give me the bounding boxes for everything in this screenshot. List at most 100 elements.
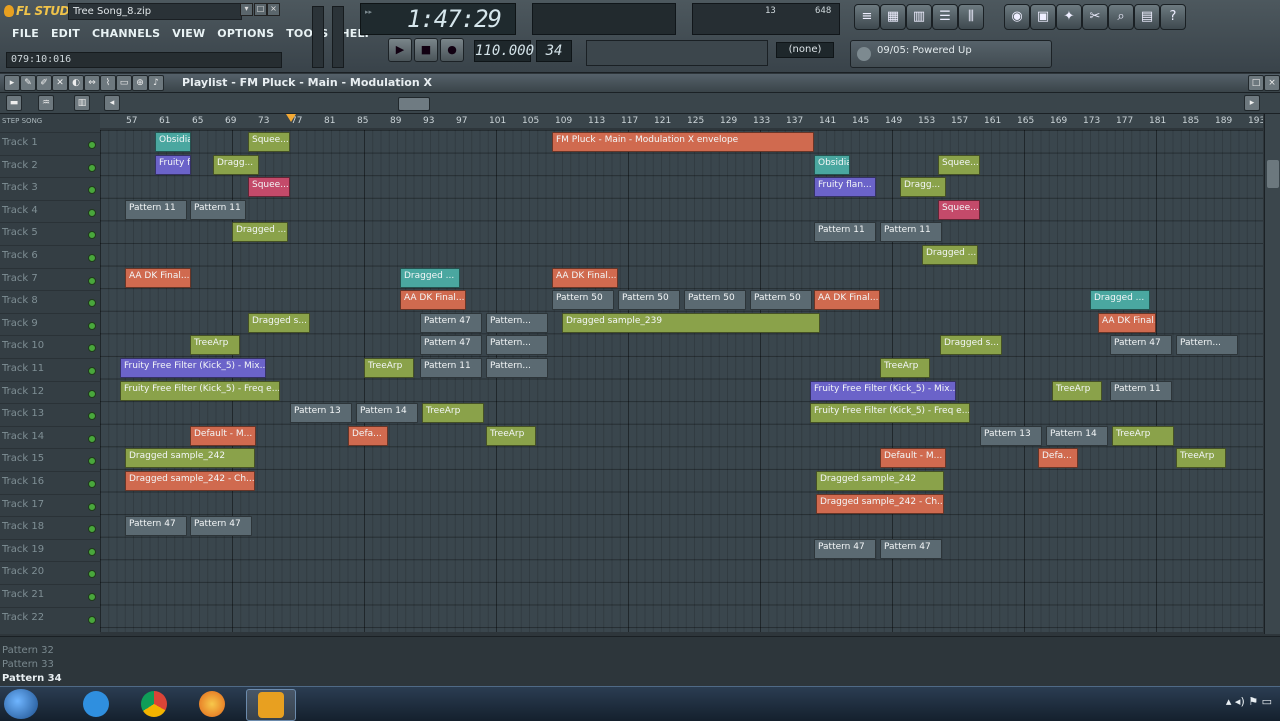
playlist-clip[interactable]: TreeArp xyxy=(1052,380,1102,401)
playlist-clip[interactable]: AA DK Final... xyxy=(400,290,466,311)
playlist-clip[interactable]: Default - M... xyxy=(190,425,256,446)
playlist-clip[interactable]: Fruity flan... xyxy=(155,154,191,175)
playlist-clip[interactable]: Pattern 11 xyxy=(420,358,482,378)
track-mute-led-icon[interactable] xyxy=(88,231,96,240)
playlist-clip[interactable]: TreeArp xyxy=(880,358,930,378)
step-song-toggle[interactable]: STEP SONG xyxy=(2,117,42,125)
track-mute-led-icon[interactable] xyxy=(88,457,96,466)
search-icon[interactable]: ⌕ xyxy=(1108,4,1134,30)
playlist-clip[interactable]: Obsidia Lo... xyxy=(155,132,191,152)
render-icon[interactable]: ▣ xyxy=(1030,4,1056,30)
track-row[interactable]: Track 12 xyxy=(0,380,100,404)
playlist-clip[interactable]: Fruity flan... xyxy=(814,177,876,198)
playlist-clip[interactable]: AA DK Final... xyxy=(814,290,880,311)
plugin-icon[interactable]: ✦ xyxy=(1056,4,1082,30)
vertical-scrollbar[interactable] xyxy=(1264,114,1280,634)
track-mute-led-icon[interactable] xyxy=(88,480,96,488)
master-pitch-slider[interactable] xyxy=(332,6,344,68)
timeline-ruler[interactable]: 57 61 65 69 73 77 81 85 89 93 97 101 105 109 113 117 121… xyxy=(100,114,1263,128)
track-row[interactable]: Track 16 xyxy=(0,471,100,494)
playlist-clip[interactable]: TreeArp xyxy=(1112,425,1174,446)
playlist-clip[interactable]: Pattern 14 xyxy=(356,403,418,424)
menu-view[interactable]: VIEW xyxy=(166,27,211,40)
playlist-clip[interactable]: Pattern 47 xyxy=(880,538,942,559)
track-mute-led-icon[interactable] xyxy=(88,186,96,195)
playlist-clip[interactable]: Pattern... xyxy=(486,335,548,356)
playlist-clip[interactable]: Dragged ... xyxy=(232,222,288,243)
clip-source-icon[interactable]: ♒ xyxy=(38,95,54,111)
playlist-clip[interactable]: Fruity Free Filter (Kick_5) - Freq e... xyxy=(810,403,970,424)
playlist-clip[interactable]: Defa... xyxy=(1038,448,1078,469)
pattern-item-selected[interactable]: Pattern 34 xyxy=(2,673,62,684)
restore-button[interactable]: □ xyxy=(254,3,267,16)
fl-studio-taskbar-icon[interactable] xyxy=(246,689,296,721)
menu-file[interactable]: FILE xyxy=(6,27,45,40)
track-row[interactable]: Track 21 xyxy=(0,584,100,607)
track-mute-led-icon[interactable] xyxy=(88,615,96,624)
track-row[interactable]: Track 22 xyxy=(0,606,100,630)
playlist-clip[interactable]: Dragged s... xyxy=(940,335,1002,356)
track-row[interactable]: Track 13 xyxy=(0,403,100,426)
playlist-clip[interactable]: AA DK Final... xyxy=(552,267,618,288)
menu-options[interactable]: OPTIONS xyxy=(211,27,280,40)
playlist-clip[interactable]: Pattern 47 xyxy=(420,312,482,333)
track-row[interactable]: Track 19 xyxy=(0,538,100,562)
track-row[interactable]: Track 9 xyxy=(0,312,100,336)
track-row[interactable]: Track 6 xyxy=(0,245,100,268)
track-row[interactable]: Track 1 xyxy=(0,132,100,155)
snap-icon[interactable]: ▬ xyxy=(6,95,22,111)
playlist-clip[interactable]: Default - M... xyxy=(880,448,946,469)
playlist-clip[interactable]: Pattern 47 xyxy=(190,516,252,537)
internet-explorer-icon[interactable] xyxy=(72,689,120,719)
mute-icon[interactable]: ◐ xyxy=(68,75,84,91)
playlist-clip[interactable]: Fruity Free Filter (Kick_5) - Mix... xyxy=(810,380,956,401)
track-row[interactable]: Track 11 xyxy=(0,358,100,381)
track-mute-led-icon[interactable] xyxy=(88,321,96,330)
playlist-clip[interactable]: Defa... xyxy=(348,425,388,446)
playlist-clip[interactable]: AA DK Final... xyxy=(1098,312,1156,333)
track-row[interactable]: Track 10 xyxy=(0,335,100,358)
clipboard-icon[interactable]: ▤ xyxy=(1134,4,1160,30)
track-row[interactable]: Track 3 xyxy=(0,177,100,200)
track-mute-led-icon[interactable] xyxy=(88,434,96,443)
playlist-clip[interactable]: Pattern 11 xyxy=(880,222,942,243)
track-mute-led-icon[interactable] xyxy=(88,570,96,579)
playlist-clip[interactable]: FM Pluck - Main - Modulation X envelope xyxy=(552,132,814,152)
track-row[interactable]: Track 15 xyxy=(0,448,100,471)
pattern-number[interactable]: 34 xyxy=(536,40,572,62)
mixer-icon[interactable]: ⫼ xyxy=(958,4,984,30)
track-row[interactable]: Track 5 xyxy=(0,222,100,245)
track-mute-led-icon[interactable] xyxy=(88,593,96,601)
track-mute-led-icon[interactable] xyxy=(88,367,96,375)
playlist-clip[interactable]: Dragged ... xyxy=(1090,290,1150,311)
browser-icon[interactable]: ☰ xyxy=(932,4,958,30)
playlist-clip[interactable]: Pattern 11 xyxy=(1110,380,1172,401)
playlist-clip[interactable]: Fruity Free Filter (Kick_5) - Mix... xyxy=(120,358,266,378)
draw-icon[interactable]: ✎ xyxy=(20,75,36,91)
close-button[interactable]: × xyxy=(267,3,280,16)
track-row[interactable]: Track 7 xyxy=(0,267,100,291)
delete-icon[interactable]: ✕ xyxy=(52,75,68,91)
menu-edit[interactable]: EDIT xyxy=(45,27,86,40)
track-mute-led-icon[interactable] xyxy=(88,276,96,285)
tempo-display[interactable]: 110.000 xyxy=(474,40,534,62)
playlist-title[interactable]: Playlist - FM Pluck - Main - Modulation … xyxy=(182,76,432,89)
news-panel[interactable]: 09/05: Powered Up xyxy=(850,40,1052,68)
playlist-clip[interactable]: Dragged sample_239 xyxy=(562,312,820,333)
playlist-clip[interactable]: Pattern 50 xyxy=(552,290,614,311)
piano-icon[interactable]: ▥ xyxy=(74,95,90,111)
playlist-clip[interactable]: Dragged ... xyxy=(922,245,978,265)
playlist-clip[interactable]: Fruity Free Filter (Kick_5) - Freq e... xyxy=(120,380,280,401)
scroll-right-icon[interactable]: ▸ xyxy=(1244,95,1260,111)
playlist-clip[interactable]: Pattern 47 xyxy=(814,538,876,559)
pattern-item[interactable]: Pattern 32 xyxy=(2,645,54,656)
track-mute-led-icon[interactable] xyxy=(88,254,96,262)
playlist-clip[interactable]: Dragg... xyxy=(900,177,946,198)
track-mute-led-icon[interactable] xyxy=(88,208,96,217)
snap-selector[interactable]: (none) xyxy=(776,42,834,58)
system-tray[interactable]: ▴ ◂) ⚑ ▭ xyxy=(1226,695,1272,708)
menu-tools[interactable]: TOOLS xyxy=(280,27,334,40)
track-row[interactable]: Track 8 xyxy=(0,290,100,313)
select-icon[interactable]: ▭ xyxy=(116,75,132,91)
playlist-clip[interactable]: Dragged ... xyxy=(400,267,460,288)
